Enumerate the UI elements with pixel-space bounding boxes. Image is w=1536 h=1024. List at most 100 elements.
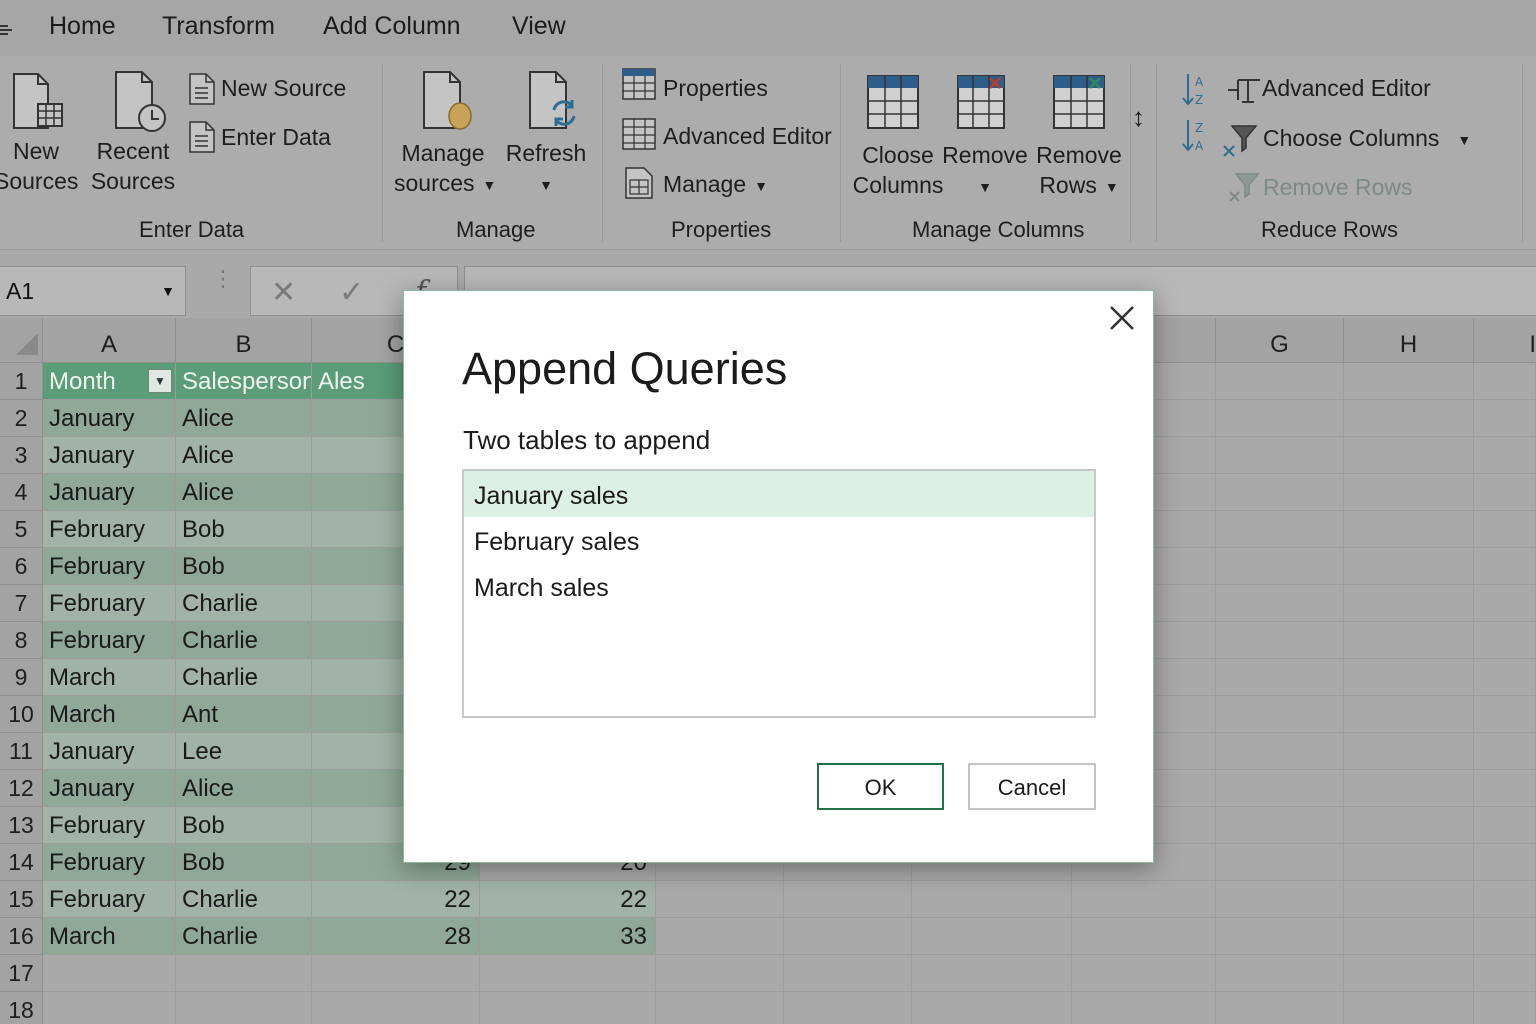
grid-cell[interactable] [1216,955,1344,992]
grid-cell[interactable] [912,881,1072,918]
grid-cell[interactable] [1072,992,1216,1024]
grid-cell[interactable] [1344,437,1474,474]
table-cell-month[interactable]: March [43,918,176,955]
table-cell-month[interactable]: February [43,881,176,918]
grid-cell[interactable] [480,992,656,1024]
grid-cell[interactable] [1216,400,1344,437]
row-header[interactable]: 13 [0,807,43,844]
row-header[interactable]: 2 [0,400,43,437]
row-header[interactable]: 9 [0,659,43,696]
grid-cell[interactable] [1216,881,1344,918]
grid-cell[interactable] [1474,400,1536,437]
table-cell-month[interactable]: March [43,659,176,696]
table-cell-salesperson[interactable]: Alice [176,770,312,807]
grid-cell[interactable] [43,955,176,992]
grid-cell[interactable] [1344,918,1474,955]
table-cell-month[interactable]: February [43,585,176,622]
table-cell-month[interactable]: January [43,733,176,770]
grid-cell[interactable] [1216,992,1344,1024]
grid-cell[interactable] [1474,659,1536,696]
grid-cell[interactable] [1072,918,1216,955]
table-cell-salesperson[interactable]: Bob [176,807,312,844]
table-cell-month[interactable]: February [43,622,176,659]
grid-cell[interactable] [1474,622,1536,659]
grid-cell[interactable] [1344,585,1474,622]
table-cell-month[interactable]: February [43,844,176,881]
table-cell-salesperson[interactable]: Lee [176,733,312,770]
grid-cell[interactable] [1344,844,1474,881]
tab-view[interactable]: View [512,12,566,41]
column-header-i[interactable]: I [1474,318,1536,363]
tab-transform[interactable]: Transform [162,12,275,41]
grid-cell[interactable] [1474,918,1536,955]
grid-cell[interactable] [1344,400,1474,437]
row-header[interactable]: 18 [0,992,43,1024]
list-item[interactable]: February sales [464,517,1094,563]
confirm-formula-icon[interactable]: ✓ [339,275,364,310]
ok-button[interactable]: OK [817,763,944,810]
grid-cell[interactable] [1474,585,1536,622]
grid-cell[interactable] [1072,881,1216,918]
table-cell-month[interactable]: February [43,548,176,585]
column-header-a[interactable]: A [43,318,176,363]
table-cell-month[interactable]: March [43,696,176,733]
row-header[interactable]: 12 [0,770,43,807]
row-header[interactable]: 17 [0,955,43,992]
grid-cell[interactable] [1216,659,1344,696]
grid-cell[interactable] [312,955,480,992]
close-icon[interactable] [1107,303,1137,333]
grid-cell[interactable] [784,918,912,955]
grid-cell[interactable] [656,992,784,1024]
grid-cell[interactable] [1474,955,1536,992]
grid-cell[interactable] [656,881,784,918]
row-header[interactable]: 6 [0,548,43,585]
table-cell-month[interactable]: January [43,437,176,474]
list-item[interactable]: January sales [464,471,1094,517]
grid-cell[interactable] [176,955,312,992]
cancel-button[interactable]: Cancel [968,763,1096,810]
grid-cell[interactable] [1344,807,1474,844]
table-cell-salesperson[interactable]: Charlie [176,881,312,918]
grid-cell[interactable] [1474,770,1536,807]
grid-cell[interactable] [1216,437,1344,474]
table-cell-value[interactable]: 22 [312,881,480,918]
grid-cell[interactable] [1344,622,1474,659]
grid-cell[interactable] [1474,733,1536,770]
row-header[interactable]: 16 [0,918,43,955]
grid-cell[interactable] [1216,733,1344,770]
table-cell-salesperson[interactable]: Bob [176,511,312,548]
table-cell-salesperson[interactable]: Bob [176,844,312,881]
grid-cell[interactable] [1216,807,1344,844]
grid-cell[interactable] [1474,511,1536,548]
table-cell-value[interactable]: 22 [480,881,656,918]
grid-cell[interactable] [1344,548,1474,585]
column-header-b[interactable]: B [176,318,312,363]
grid-cell[interactable] [1344,511,1474,548]
grid-cell[interactable] [1216,770,1344,807]
grid-cell[interactable] [1344,955,1474,992]
grid-cell[interactable] [1216,548,1344,585]
row-header[interactable]: 11 [0,733,43,770]
grid-cell[interactable] [1216,363,1344,400]
table-cell-salesperson[interactable]: Ant [176,696,312,733]
grid-cell[interactable] [1344,733,1474,770]
grid-cell[interactable] [1344,659,1474,696]
sort-arrow-icon[interactable]: ↕ [1132,102,1145,133]
table-cell-salesperson[interactable]: Charlie [176,918,312,955]
table-cell-month[interactable]: January [43,400,176,437]
grid-cell[interactable] [1344,474,1474,511]
tab-add-column[interactable]: Add Column [323,12,461,41]
grid-cell[interactable] [784,881,912,918]
drag-handle-icon[interactable]: ⋮ [212,268,234,290]
column-header-g[interactable]: G [1216,318,1344,363]
grid-cell[interactable] [1216,585,1344,622]
grid-cell[interactable] [1344,770,1474,807]
column-header-h[interactable]: H [1344,318,1474,363]
grid-cell[interactable] [1216,696,1344,733]
grid-cell[interactable] [1474,363,1536,400]
name-box[interactable]: A1 ▼ [0,266,186,316]
grid-cell[interactable] [480,955,656,992]
chevron-down-icon[interactable]: ▼ [161,267,175,315]
grid-cell[interactable] [1216,622,1344,659]
row-header[interactable]: 15 [0,881,43,918]
